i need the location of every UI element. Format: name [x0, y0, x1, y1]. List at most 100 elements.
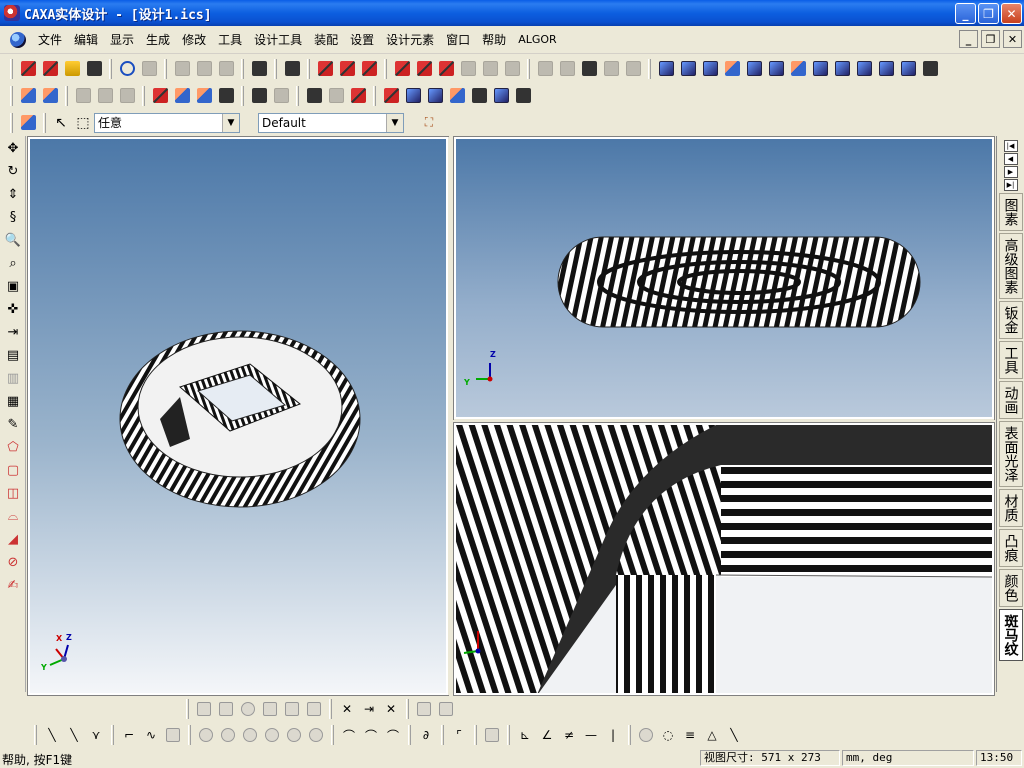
circle-3pt-icon[interactable] [239, 724, 261, 746]
image-icon[interactable] [270, 85, 292, 107]
cut-icon[interactable] [171, 58, 193, 80]
toolbar-grip[interactable] [10, 85, 13, 106]
circle-2pt-icon[interactable] [217, 724, 239, 746]
select-arrow-icon[interactable]: ↖ [50, 112, 72, 134]
line-icon[interactable]: ╲ [41, 724, 63, 746]
surface-icon-12[interactable] [897, 58, 919, 80]
surface-icon-10[interactable] [853, 58, 875, 80]
walk-icon[interactable]: ⇥ [2, 321, 24, 343]
boolean-icon[interactable] [534, 58, 556, 80]
polyline-icon[interactable]: ⌐ [118, 724, 140, 746]
toolbar-grip[interactable] [10, 112, 13, 133]
cylinder-section-icon[interactable]: ⌓ [2, 505, 24, 527]
tangent-line-icon[interactable]: ╲ [63, 724, 85, 746]
zoom-icon[interactable]: 🔍 [2, 229, 24, 251]
angle-dim-icon[interactable] [424, 85, 446, 107]
chevron-down-icon[interactable]: ▼ [386, 113, 403, 132]
tab-emboss[interactable]: 凸痕 [998, 529, 1023, 567]
sphere-icon[interactable] [501, 58, 523, 80]
triangle-icon[interactable]: △ [701, 724, 723, 746]
save-icon[interactable] [83, 58, 105, 80]
shell-icon[interactable] [479, 58, 501, 80]
fill-icon[interactable] [72, 85, 94, 107]
view-orient-icon[interactable] [17, 112, 39, 134]
zebra-closeup-render[interactable] [456, 425, 994, 695]
menu-settings[interactable]: 设置 [344, 31, 380, 48]
surface-icon-8[interactable] [809, 58, 831, 80]
rectangle-icon[interactable] [162, 724, 184, 746]
surface-icon-7[interactable] [787, 58, 809, 80]
pick-icon[interactable] [17, 85, 39, 107]
surface-icon-6[interactable] [765, 58, 787, 80]
vertical-icon[interactable]: | [602, 724, 624, 746]
menu-display[interactable]: 显示 [104, 31, 140, 48]
surface-icon-1[interactable] [655, 58, 677, 80]
tab-zebra-stripes[interactable]: 斑马纹 [998, 609, 1023, 661]
surface-icon-13[interactable] [919, 58, 941, 80]
tab-sheet-metal[interactable]: 钣金 [998, 301, 1023, 339]
project-icon[interactable] [481, 724, 503, 746]
slash-icon[interactable]: ╲ [723, 724, 745, 746]
circle-center-icon[interactable] [195, 724, 217, 746]
angle-constraint-icon[interactable]: ∠ [536, 724, 558, 746]
shade-icon[interactable] [336, 58, 358, 80]
new-file-icon[interactable] [17, 58, 39, 80]
measure-icon[interactable]: ✍ [2, 574, 24, 596]
horizontal-icon[interactable]: — [580, 724, 602, 746]
bisector-icon[interactable]: ⋎ [85, 724, 107, 746]
menu-generate[interactable]: 生成 [140, 31, 176, 48]
arc-3pt-icon[interactable]: ⌒ [360, 724, 382, 746]
menu-file[interactable]: 文件 [32, 31, 68, 48]
tab-advanced-primitives[interactable]: 高级图素 [998, 233, 1023, 299]
circle-tangent-icon[interactable] [261, 724, 283, 746]
box-plane-icon[interactable]: ▢ [2, 459, 24, 481]
toolbar-grip[interactable] [10, 58, 13, 79]
dim-icon[interactable] [402, 85, 424, 107]
menu-algor[interactable]: ALGOR [512, 33, 562, 46]
constraint-icon[interactable] [446, 85, 468, 107]
revolve-icon[interactable] [413, 58, 435, 80]
blend-icon[interactable] [600, 58, 622, 80]
menu-edit[interactable]: 编辑 [68, 31, 104, 48]
ring-part-render[interactable] [30, 139, 448, 695]
rotate-icon[interactable]: ↻ [2, 160, 24, 182]
paint-icon[interactable] [94, 85, 116, 107]
chevron-down-icon[interactable]: ▼ [222, 113, 239, 132]
camera-icon[interactable] [347, 85, 369, 107]
assemble-icon[interactable] [512, 85, 534, 107]
design-tree-icon[interactable]: ⛶ [418, 112, 440, 134]
circle-tangent2-icon[interactable] [283, 724, 305, 746]
tab-material[interactable]: 材质 [998, 489, 1023, 527]
concentric-icon[interactable] [635, 724, 657, 746]
surface-icon-4[interactable] [721, 58, 743, 80]
section-plane-icon[interactable]: ◫ [2, 482, 24, 504]
spline-icon[interactable]: ∿ [140, 724, 162, 746]
style-select[interactable]: Default ▼ [258, 112, 404, 133]
formula-icon[interactable] [468, 85, 490, 107]
menu-help[interactable]: 帮助 [476, 31, 512, 48]
minimize-button[interactable]: _ [955, 3, 976, 24]
tilt-icon[interactable]: ⇕ [2, 183, 24, 205]
find-icon[interactable] [248, 58, 270, 80]
dimension-icon[interactable]: ⊾ [514, 724, 536, 746]
cone-section-icon[interactable]: ◢ [2, 528, 24, 550]
extend-icon[interactable]: ⇥ [358, 698, 380, 720]
toolbar-grip[interactable] [34, 725, 37, 745]
render-icon[interactable] [314, 58, 336, 80]
smart-paint-icon[interactable] [116, 85, 138, 107]
sketch-tool-icon-7[interactable] [413, 698, 435, 720]
surface-icon-2[interactable] [677, 58, 699, 80]
pan-icon[interactable]: ✥ [2, 137, 24, 159]
split-icon[interactable] [578, 58, 600, 80]
toolbar-grip[interactable] [186, 699, 189, 719]
open-folder-icon[interactable] [61, 58, 83, 80]
twist-icon[interactable] [215, 85, 237, 107]
path-icon[interactable] [193, 85, 215, 107]
plane-icon[interactable]: ⬠ [2, 436, 24, 458]
equal-icon[interactable]: ≡ [679, 724, 701, 746]
arc-tangent-icon[interactable]: ⌒ [382, 724, 404, 746]
look-at-icon[interactable]: ▣ [2, 275, 24, 297]
sketch-tool-icon-3[interactable] [237, 698, 259, 720]
parallel-icon[interactable]: ≠ [558, 724, 580, 746]
doc-minimize-button[interactable]: _ [959, 30, 978, 48]
